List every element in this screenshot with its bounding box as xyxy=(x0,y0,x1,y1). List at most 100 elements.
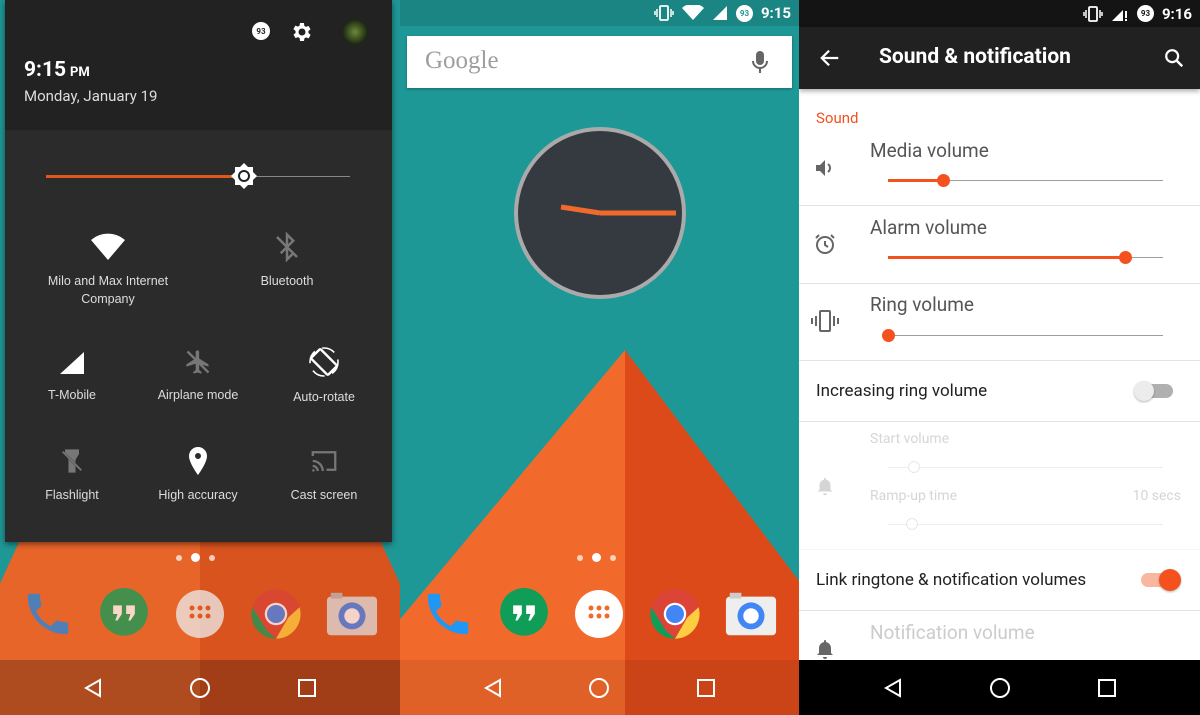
back-button[interactable] xyxy=(873,668,913,708)
recents-button[interactable] xyxy=(686,668,726,708)
tile-airplane-mode[interactable]: Airplane mode xyxy=(143,348,253,404)
flashlight-off-icon xyxy=(61,449,83,473)
alarm-volume-label: Alarm volume xyxy=(870,216,987,239)
slider-thumb[interactable] xyxy=(1118,251,1132,264)
search-icon[interactable] xyxy=(1163,47,1185,69)
shade-header: 93 9:15 PM Monday, January 19 xyxy=(5,0,392,130)
app-dock xyxy=(400,587,799,641)
tile-bluetooth[interactable]: Bluetooth xyxy=(227,232,347,290)
section-header-sound: Sound xyxy=(816,109,859,127)
brightness-slider[interactable] xyxy=(46,163,350,189)
tile-auto-rotate[interactable]: Auto-rotate xyxy=(269,346,379,406)
alarm-volume-slider[interactable] xyxy=(888,251,1163,264)
link-volumes-toggle[interactable] xyxy=(1141,569,1181,591)
navigation-bar xyxy=(0,660,400,715)
link-volumes-label: Link ringtone & notification volumes xyxy=(816,570,1087,590)
ramp-up-time-label: Ramp-up time xyxy=(870,488,957,504)
hangouts-app-icon[interactable] xyxy=(97,587,151,641)
cell-signal-icon xyxy=(60,352,84,374)
vibrate-icon xyxy=(811,310,839,332)
bell-icon xyxy=(817,640,833,659)
ring-volume-row: Ring volume xyxy=(799,284,1200,361)
phone-app-icon[interactable] xyxy=(21,587,75,641)
wifi-icon xyxy=(91,233,125,260)
increasing-ring-volume-toggle[interactable] xyxy=(1134,381,1173,401)
increasing-ring-settings: Start volume Ramp-up time 10 secs xyxy=(799,422,1200,550)
battery-badge: 93 xyxy=(252,22,270,40)
ramp-up-time-value: 10 secs xyxy=(1132,488,1181,504)
status-time: 9:15 xyxy=(760,4,791,22)
home-button[interactable] xyxy=(980,668,1020,708)
back-button[interactable] xyxy=(473,668,513,708)
camera-app-icon[interactable] xyxy=(724,587,778,641)
notification-volume-label: Notification volume xyxy=(870,621,1035,644)
navigation-bar xyxy=(799,660,1200,715)
hangouts-app-icon[interactable] xyxy=(497,587,551,641)
settings-gear-icon[interactable] xyxy=(289,20,313,44)
slider-thumb[interactable] xyxy=(882,329,895,342)
notification-shade-screen: 93 9:15 PM Monday, January 19 Milo and M… xyxy=(0,0,400,715)
page-indicator xyxy=(577,553,616,562)
link-volumes-row[interactable]: Link ringtone & notification volumes xyxy=(799,550,1200,611)
brightness-fill xyxy=(46,175,244,178)
cell-signal-icon xyxy=(712,6,727,20)
recents-button[interactable] xyxy=(287,668,327,708)
microphone-icon[interactable] xyxy=(751,50,769,74)
speaker-icon xyxy=(816,160,831,176)
tile-wifi[interactable]: Milo and Max Internet Company xyxy=(38,232,178,308)
tile-flashlight[interactable]: Flashlight xyxy=(22,446,122,504)
vibrate-icon xyxy=(654,5,674,21)
navigation-bar xyxy=(400,660,799,715)
app-drawer-icon[interactable] xyxy=(173,587,227,641)
home-button[interactable] xyxy=(180,668,220,708)
analog-clock-widget[interactable] xyxy=(513,126,687,300)
slider-thumb[interactable] xyxy=(937,174,950,187)
start-volume-label: Start volume xyxy=(870,431,950,447)
camera-app-icon[interactable] xyxy=(325,587,379,641)
tile-location[interactable]: High accuracy xyxy=(143,446,253,504)
toolbar: Sound & notification xyxy=(799,27,1200,89)
ring-volume-slider[interactable] xyxy=(882,329,1163,342)
bluetooth-off-icon xyxy=(276,232,298,262)
brightness-icon[interactable] xyxy=(230,162,258,190)
tile-t-mobile[interactable]: T-Mobile xyxy=(22,350,122,404)
bell-ramp-icon xyxy=(817,477,833,496)
chrome-app-icon[interactable] xyxy=(648,587,702,641)
increasing-ring-volume-row[interactable]: Increasing ring volume xyxy=(799,361,1200,422)
user-avatar[interactable] xyxy=(342,19,368,45)
back-arrow-icon[interactable] xyxy=(819,47,841,69)
chrome-app-icon[interactable] xyxy=(249,587,303,641)
media-volume-row: Media volume xyxy=(799,128,1200,206)
auto-rotate-icon xyxy=(309,347,339,377)
media-volume-label: Media volume xyxy=(870,139,989,162)
airplane-icon xyxy=(186,350,210,374)
page-title: Sound & notification xyxy=(879,45,1071,69)
app-drawer-icon[interactable] xyxy=(572,587,626,641)
status-bar: 93 9:15 xyxy=(400,0,799,26)
page-indicator xyxy=(176,553,215,562)
wifi-icon xyxy=(681,5,704,20)
increasing-ring-volume-label: Increasing ring volume xyxy=(816,381,988,401)
quick-settings-panel: 93 9:15 PM Monday, January 19 Milo and M… xyxy=(5,0,392,542)
recents-button[interactable] xyxy=(1087,668,1127,708)
home-button[interactable] xyxy=(579,668,619,708)
phone-app-icon[interactable] xyxy=(421,587,475,641)
google-logo: Google xyxy=(425,47,499,74)
media-volume-slider[interactable] xyxy=(888,174,1163,187)
alarm-volume-row: Alarm volume xyxy=(799,206,1200,284)
google-search-bar[interactable]: Google xyxy=(407,36,792,88)
sound-settings-screen: 93 9:16 Sound & notification Sound Media… xyxy=(799,0,1200,715)
cast-icon xyxy=(311,451,337,472)
status-bar: 93 9:16 xyxy=(799,0,1200,27)
status-time: 9:16 xyxy=(1161,4,1192,23)
clock: 9:15 PM xyxy=(24,58,90,82)
ramp-up-time-slider xyxy=(888,518,1163,530)
vibrate-icon xyxy=(1083,5,1103,22)
back-button[interactable] xyxy=(73,668,113,708)
start-volume-slider xyxy=(888,461,1163,473)
date: Monday, January 19 xyxy=(24,87,158,105)
home-screen: 93 9:15 Google xyxy=(400,0,799,715)
ring-volume-label: Ring volume xyxy=(870,293,974,316)
cell-signal-no-data-icon xyxy=(1111,9,1127,21)
tile-cast-screen[interactable]: Cast screen xyxy=(269,446,379,504)
